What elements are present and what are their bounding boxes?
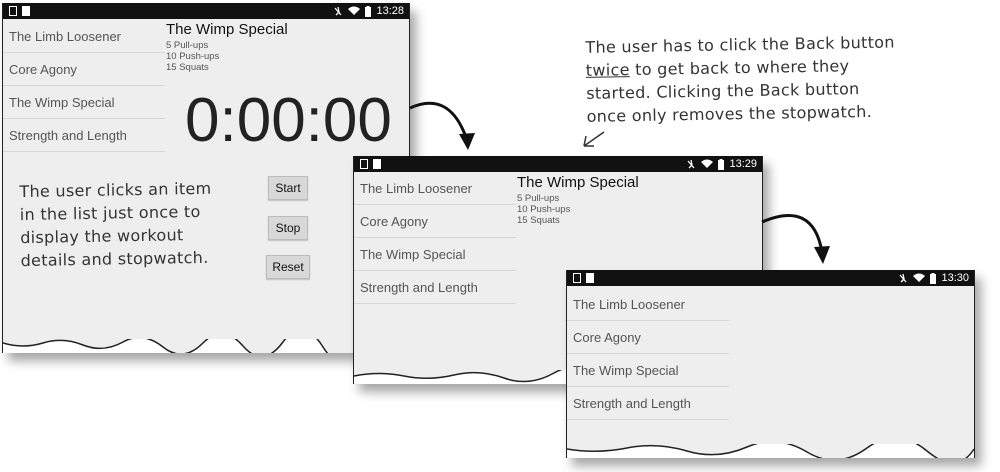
- arrow-icon: [583, 131, 605, 147]
- workout-line: 5 Pull-ups: [517, 193, 560, 204]
- list-item[interactable]: Core Agony: [3, 53, 165, 86]
- workout-list: The Limb Loosener Core Agony The Wimp Sp…: [567, 288, 729, 420]
- list-item[interactable]: Core Agony: [567, 321, 729, 354]
- right-annotation: The user has to click the Back button tw…: [585, 30, 917, 128]
- stop-button[interactable]: Stop: [268, 216, 308, 240]
- notification-icons: [9, 6, 30, 16]
- screen-3: 13:30 The Limb Loosener Core Agony The W…: [566, 270, 975, 458]
- mute-icon: [334, 6, 342, 15]
- list-item[interactable]: Core Agony: [354, 205, 516, 238]
- list-item[interactable]: The Wimp Special: [567, 354, 729, 387]
- mute-icon: [687, 159, 695, 168]
- list-item[interactable]: The Limb Loosener: [3, 20, 165, 53]
- mute-icon: [899, 273, 907, 282]
- status-bar: 13:28: [3, 3, 409, 19]
- wifi-icon: [348, 6, 361, 15]
- workout-line: 15 Squats: [517, 215, 560, 226]
- reset-button[interactable]: Reset: [266, 255, 310, 279]
- notification-icons: [360, 159, 381, 169]
- list-item[interactable]: The Wimp Special: [354, 238, 516, 271]
- note-line: once only removes the stopwatch.: [586, 101, 873, 126]
- battery-icon: [365, 5, 372, 17]
- note-fragment: to get back to where they: [629, 56, 850, 80]
- list-item[interactable]: Strength and Length: [567, 387, 729, 420]
- clock: 13:28: [376, 5, 404, 17]
- battery-icon: [930, 272, 937, 284]
- list-item[interactable]: The Wimp Special: [3, 86, 165, 119]
- left-annotation: The user clicks an item in the list just…: [19, 176, 261, 272]
- battery-icon: [718, 158, 725, 170]
- workout-line: 10 Push-ups: [517, 204, 571, 215]
- torn-edge: [3, 339, 409, 353]
- workout-title: The Wimp Special: [517, 174, 639, 191]
- clock: 13:30: [941, 272, 969, 284]
- workout-list: The Limb Loosener Core Agony The Wimp Sp…: [354, 172, 516, 304]
- arrow-icon: [409, 101, 475, 150]
- torn-edge: [567, 444, 974, 458]
- list-item[interactable]: The Limb Loosener: [567, 288, 729, 321]
- workout-title: The Wimp Special: [166, 21, 288, 38]
- workout-list: The Limb Loosener Core Agony The Wimp Sp…: [3, 20, 165, 152]
- clock: 13:29: [729, 158, 757, 170]
- notification-icons: [573, 273, 594, 283]
- list-item[interactable]: Strength and Length: [3, 119, 165, 152]
- workout-line: 10 Push-ups: [166, 51, 220, 62]
- start-button[interactable]: Start: [268, 176, 308, 200]
- wifi-icon: [913, 273, 926, 282]
- stopwatch-time: 0:00:00: [185, 86, 392, 155]
- list-item[interactable]: The Limb Loosener: [354, 172, 516, 205]
- workout-line: 15 Squats: [166, 62, 209, 73]
- workout-line: 5 Pull-ups: [166, 40, 209, 51]
- wifi-icon: [701, 159, 714, 168]
- emphasis-twice: twice: [585, 60, 630, 80]
- list-item[interactable]: Strength and Length: [354, 271, 516, 304]
- arrow-icon: [761, 213, 830, 264]
- status-bar: 13:30: [567, 270, 974, 286]
- note-line: details and stopwatch.: [20, 247, 209, 271]
